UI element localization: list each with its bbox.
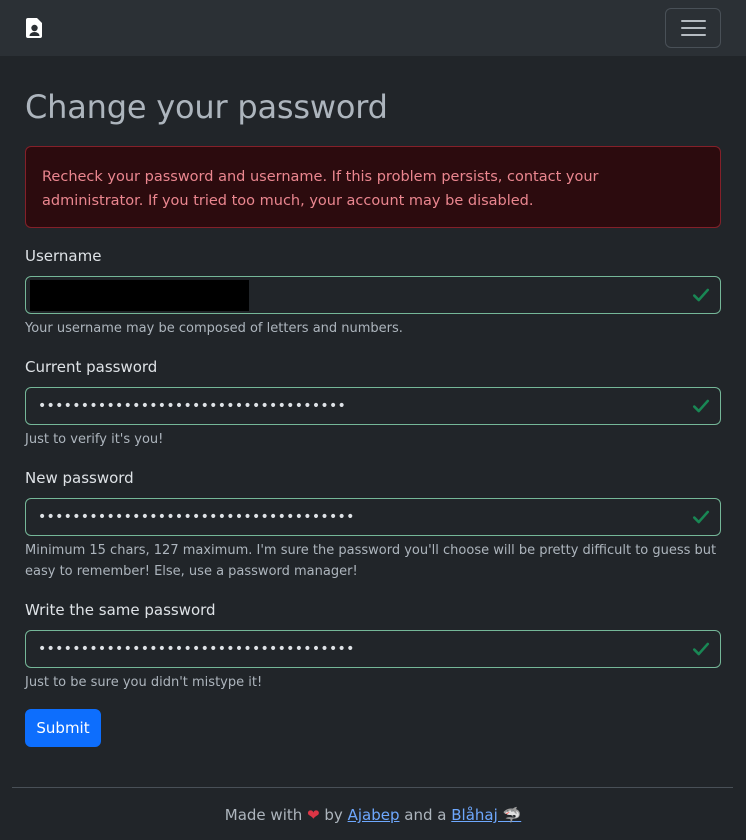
redacted-username xyxy=(30,280,249,311)
confirm-password-value: ••••••••••••••••••••••••••••••••••••• xyxy=(38,641,355,657)
current-password-value: •••••••••••••••••••••••••••••••••••• xyxy=(38,398,347,414)
current-password-label: Current password xyxy=(25,358,158,376)
page-title: Change your password xyxy=(25,88,388,126)
footer-made-with: Made with xyxy=(224,806,303,824)
footer-and-a: and a xyxy=(404,806,447,824)
heart-icon: ❤ xyxy=(307,806,320,824)
footer-divider xyxy=(12,787,733,788)
navbar-toggle-button[interactable] xyxy=(665,8,721,48)
file-person-icon[interactable] xyxy=(25,17,45,39)
username-label: Username xyxy=(25,247,102,265)
check-icon xyxy=(692,510,710,524)
blahaj-link[interactable]: Blåhaj 🦈 xyxy=(451,806,521,824)
new-password-value: ••••••••••••••••••••••••••••••••••••• xyxy=(38,509,355,525)
submit-button[interactable]: Submit xyxy=(25,709,101,747)
check-icon xyxy=(692,288,710,302)
footer: Made with ❤ by Ajabep and a Blåhaj 🦈 xyxy=(0,806,746,824)
navbar xyxy=(0,0,746,56)
confirm-password-help: Just to be sure you didn't mistype it! xyxy=(25,675,263,690)
error-alert: Recheck your password and username. If t… xyxy=(25,146,721,228)
current-password-help: Just to verify it's you! xyxy=(25,432,164,447)
footer-by: by xyxy=(324,806,343,824)
current-password-field[interactable]: •••••••••••••••••••••••••••••••••••• xyxy=(25,387,721,425)
username-field[interactable] xyxy=(25,276,721,314)
new-password-label: New password xyxy=(25,469,134,487)
confirm-password-field[interactable]: ••••••••••••••••••••••••••••••••••••• xyxy=(25,630,721,668)
author-link[interactable]: Ajabep xyxy=(348,806,400,824)
new-password-field[interactable]: ••••••••••••••••••••••••••••••••••••• xyxy=(25,498,721,536)
check-icon xyxy=(692,642,710,656)
new-password-help: Minimum 15 chars, 127 maximum. I'm sure … xyxy=(25,543,717,579)
username-help: Your username may be composed of letters… xyxy=(25,321,403,336)
check-icon xyxy=(692,399,710,413)
confirm-password-label: Write the same password xyxy=(25,601,216,619)
